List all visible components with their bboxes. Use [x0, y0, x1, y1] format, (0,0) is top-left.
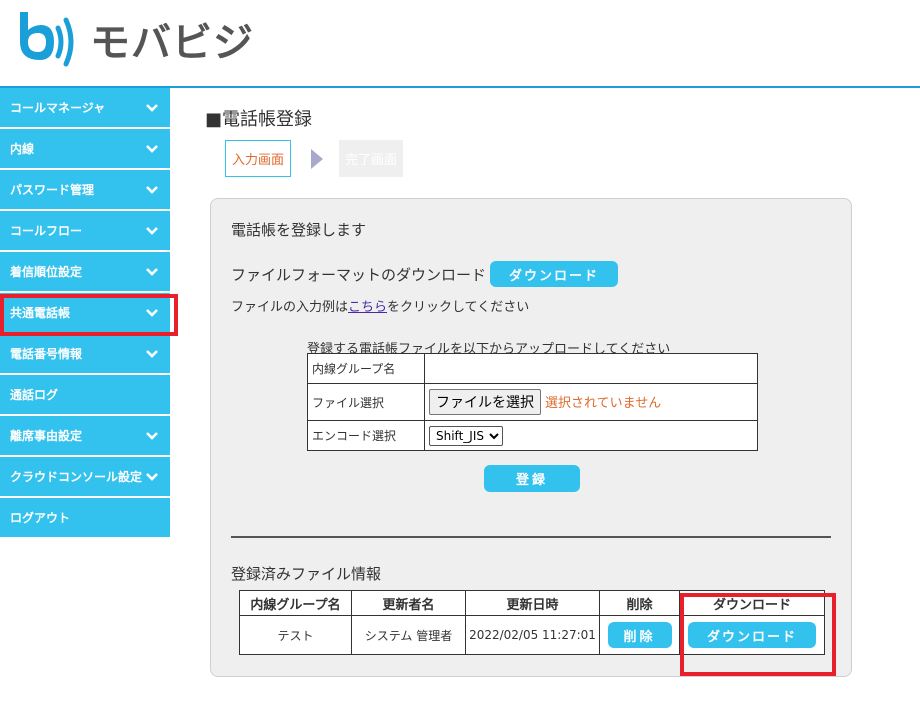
register-button[interactable]: 登録 [484, 465, 580, 492]
wifi-b-logo-icon [20, 12, 74, 67]
col-header-updater: 更新者名 [351, 590, 466, 616]
chevron-down-icon [146, 103, 158, 112]
step-arrow-icon [311, 148, 324, 169]
file-label: ファイル選択 [307, 383, 425, 421]
sidebar-item-label: 離席事由設定 [10, 429, 83, 443]
cell-group: テスト [239, 615, 352, 655]
sidebar-item-label: コールマネージャ [10, 101, 106, 115]
example-prefix: ファイルの入力例は [231, 300, 349, 315]
site-header: モバビジ [0, 0, 920, 88]
sidebar-item[interactable]: クラウドコンソール設定 [0, 457, 170, 496]
encode-select[interactable]: Shift_JIS [429, 425, 503, 446]
sidebar-item[interactable]: 離席事由設定 [0, 416, 170, 455]
chevron-down-icon [146, 226, 158, 235]
sidebar-item[interactable]: コールフロー [0, 211, 170, 250]
sidebar-item-label: パスワード管理 [10, 183, 95, 197]
format-download-label: ファイルフォーマットのダウンロード [231, 265, 487, 284]
sidebar-item[interactable]: 電話番号情報 [0, 334, 170, 373]
sidebar-item[interactable]: 着信順位設定 [0, 252, 170, 291]
encode-label: エンコード選択 [307, 420, 425, 451]
sidebar-item-label: 共通電話帳 [10, 306, 71, 320]
format-download-button[interactable]: ダウンロード [490, 261, 619, 287]
cell-updater: システム 管理者 [351, 615, 466, 655]
sidebar-item[interactable]: 内線 [0, 129, 170, 168]
registered-files-heading: 登録済みファイル情報 [231, 565, 382, 583]
brand-logo[interactable]: モバビジ [14, 8, 254, 70]
page-title: ■電話帳登録 [205, 109, 313, 130]
format-download-row: ファイルフォーマットのダウンロード ダウンロード [231, 261, 619, 287]
group-value [424, 353, 758, 384]
col-header-download: ダウンロード [679, 590, 825, 616]
file-status: 選択されていません [545, 396, 662, 411]
table-header-row: 内線グループ名 更新者名 更新日時 削除 ダウンロード [239, 590, 825, 616]
example-instruction: ファイルの入力例はこちらをクリックしてください [231, 296, 529, 315]
cell-download: ダウンロード [679, 615, 825, 655]
chevron-down-icon [146, 349, 158, 358]
sidebar-item[interactable]: 共通電話帳 [0, 293, 170, 332]
table-row: テスト システム 管理者 2022/02/05 11:27:01 削除 ダウンロ… [239, 615, 825, 655]
sidebar-item-label: 電話番号情報 [10, 347, 83, 361]
register-panel: 電話帳を登録します ファイルフォーマットのダウンロード ダウンロード ファイルの… [210, 198, 852, 677]
group-label: 内線グループ名 [307, 353, 425, 384]
example-suffix: をクリックしてください [387, 300, 530, 315]
sidebar-item-label: クラウドコンソール設定 [10, 470, 143, 484]
delete-button[interactable]: 削除 [607, 622, 672, 648]
example-link[interactable]: こちら [348, 300, 387, 315]
sidebar-item-label: 通話ログ [10, 388, 59, 402]
file-picker-cell: ファイルを選択 選択されていません [424, 383, 758, 421]
download-button[interactable]: ダウンロード [688, 622, 816, 648]
step-indicator: 入力画面 完了画面 [225, 140, 404, 177]
registered-files-table: 内線グループ名 更新者名 更新日時 削除 ダウンロード テスト システム 管理者… [239, 590, 825, 655]
upload-form-table: 内線グループ名 ファイル選択 ファイルを選択 選択されていません エンコード選択 … [307, 353, 758, 451]
panel-heading: 電話帳を登録します [231, 221, 367, 239]
chevron-down-icon [146, 431, 158, 440]
col-header-delete: 削除 [599, 590, 680, 616]
col-header-group: 内線グループ名 [239, 590, 352, 616]
chevron-down-icon [146, 144, 158, 153]
sidebar-item-label: 着信順位設定 [10, 265, 83, 279]
sidebar-item-label: コールフロー [10, 224, 83, 238]
cell-updated: 2022/02/05 11:27:01 [465, 615, 600, 655]
col-header-updated: 更新日時 [465, 590, 600, 616]
sidebar-item[interactable]: ログアウト [0, 498, 170, 537]
step-input: 入力画面 [225, 140, 292, 177]
sidebar-item[interactable]: 通話ログ [0, 375, 170, 414]
file-select-button[interactable]: ファイルを選択 [429, 389, 541, 415]
chevron-down-icon [146, 185, 158, 194]
step-complete: 完了画面 [339, 140, 404, 177]
chevron-down-icon [146, 267, 158, 276]
encode-cell: Shift_JIS [424, 420, 758, 451]
sidebar-item[interactable]: コールマネージャ [0, 88, 170, 127]
main-content: ■電話帳登録 入力画面 完了画面 電話帳を登録します ファイルフォーマットのダウ… [205, 100, 905, 677]
sidebar-item-label: 内線 [10, 142, 35, 156]
sidebar-item[interactable]: パスワード管理 [0, 170, 170, 209]
sidebar-nav: コールマネージャ 内線パスワード管理 コールフロー 着信順位設定 共通電話帳電話番号情報… [0, 88, 170, 539]
brand-name: モバビジ [90, 20, 254, 66]
section-divider [231, 536, 831, 538]
chevron-down-icon [146, 308, 158, 317]
cell-delete: 削除 [599, 615, 680, 655]
chevron-down-icon [146, 472, 158, 481]
sidebar-item-label: ログアウト [10, 511, 71, 525]
